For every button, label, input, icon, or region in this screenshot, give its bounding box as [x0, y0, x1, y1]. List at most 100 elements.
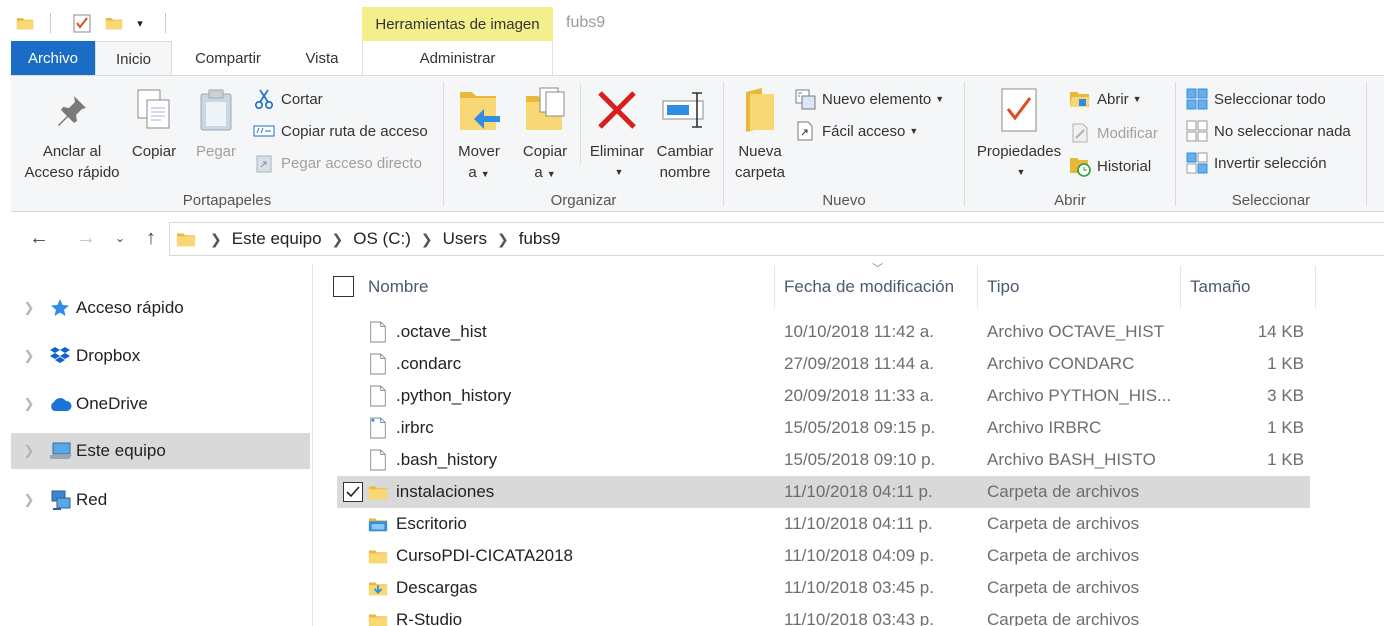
copy-path-button[interactable]: Copiar ruta de acceso [253, 119, 428, 143]
tab-inicio[interactable]: Inicio [95, 41, 172, 76]
rename-button[interactable]: Cambiar nombre [650, 84, 720, 183]
nav-item-este-equipo[interactable]: ❯ Este equipo [11, 433, 310, 469]
column-divider[interactable] [1180, 266, 1181, 308]
breadcrumb-chevron-icon[interactable]: ❯ [332, 231, 344, 248]
breadcrumb-chevron-icon[interactable]: ❯ [421, 231, 433, 248]
table-row[interactable]: .bash_history 15/05/2018 09:10 p. Archiv… [337, 444, 1310, 476]
new-item-button[interactable]: Nuevo elemento ▼ [794, 87, 944, 111]
file-type: Archivo CONDARC [987, 354, 1135, 373]
group-label-abrir: Abrir [1054, 192, 1086, 209]
rename-icon [661, 84, 709, 136]
tab-administrar[interactable]: Administrar [362, 41, 553, 75]
column-divider[interactable] [1315, 266, 1316, 308]
tab-compartir[interactable]: Compartir [178, 41, 278, 75]
folder-icon[interactable] [12, 10, 38, 36]
select-all-checkbox[interactable] [333, 276, 354, 297]
table-row[interactable]: instalaciones 11/10/2018 04:11 p. Carpet… [337, 476, 1310, 508]
file-type: Carpeta de archivos [987, 482, 1140, 501]
file-type: Archivo IRBRC [987, 418, 1102, 437]
easy-access-button[interactable]: Fácil acceso ▼ [794, 119, 918, 143]
up-arrow-icon[interactable]: ↑ [137, 226, 165, 250]
open-button[interactable]: Abrir ▼ [1069, 87, 1142, 111]
select-all-button[interactable]: Seleccionar todo [1186, 87, 1326, 111]
pin-label-2: Acceso rápido [24, 164, 120, 181]
new-folder-button[interactable]: Nueva carpeta [732, 84, 788, 183]
tab-archivo[interactable]: Archivo [11, 41, 95, 75]
paste-button[interactable]: Pegar [187, 84, 245, 162]
breadcrumb-item[interactable]: OS (C:) [353, 229, 411, 249]
group-nuevo: Nueva carpeta Nuevo elemento ▼ Fácil acc… [724, 76, 964, 212]
tab-vista[interactable]: Vista [290, 41, 354, 75]
ribbon-tabs: Archivo Inicio Compartir Vista Administr… [0, 41, 1384, 76]
chevron-down-icon: ▼ [1132, 94, 1142, 104]
breadcrumb-chevron-icon[interactable]: ❯ [210, 231, 222, 248]
folder-icon [176, 229, 196, 249]
expand-chevron-icon[interactable]: ❯ [11, 348, 47, 364]
expand-chevron-icon[interactable]: ❯ [11, 443, 47, 459]
back-arrow-icon[interactable]: ← [25, 226, 53, 250]
cut-button[interactable]: Cortar [253, 87, 323, 111]
column-header-name[interactable]: Nombre [368, 264, 428, 310]
table-row[interactable]: .octave_hist 10/10/2018 11:42 a. Archivo… [337, 316, 1310, 348]
column-header-type[interactable]: Tipo [987, 264, 1019, 310]
chevron-down-icon: ▼ [480, 169, 490, 179]
column-header-date[interactable]: Fecha de modificación [784, 264, 954, 310]
copy-button[interactable]: Copiar [125, 84, 183, 162]
column-divider[interactable] [774, 266, 775, 308]
customize-qat-icon[interactable]: ▾ [127, 10, 153, 36]
star-icon [47, 296, 73, 320]
invert-selection-button[interactable]: Invertir selección [1186, 151, 1327, 175]
breadcrumb-chevron-icon[interactable]: ❯ [497, 231, 509, 248]
table-row[interactable]: .condarc 27/09/2018 11:44 a. Archivo CON… [337, 348, 1310, 380]
expand-chevron-icon[interactable]: ❯ [11, 396, 47, 412]
nav-item-red[interactable]: ❯ Red [11, 482, 310, 518]
nav-item-acceso-rapido[interactable]: ❯ Acceso rápido [11, 290, 310, 326]
table-row[interactable]: R-Studio 11/10/2018 03:43 p. Carpeta de … [337, 604, 1310, 626]
group-label-organizar: Organizar [550, 192, 617, 209]
recent-locations-chevron-icon[interactable]: ⌄ [106, 226, 134, 250]
new-folder-icon[interactable] [101, 10, 127, 36]
breadcrumb-item[interactable]: fubs9 [519, 229, 561, 249]
column-header-size[interactable]: Tamaño [1190, 264, 1250, 310]
select-none-button[interactable]: No seleccionar nada [1186, 119, 1351, 143]
file-type: Carpeta de archivos [987, 514, 1140, 533]
row-checkbox[interactable] [343, 482, 363, 502]
new-item-icon [794, 88, 816, 110]
file-date: 15/05/2018 09:10 p. [784, 450, 936, 469]
delete-button[interactable]: Eliminar ▼ [584, 84, 650, 183]
edit-button[interactable]: Modificar [1069, 121, 1158, 145]
paste-shortcut-button[interactable]: Pegar acceso directo [253, 151, 422, 175]
breadcrumb-item[interactable]: Este equipo [232, 229, 322, 249]
table-row[interactable]: Escritorio 11/10/2018 04:11 p. Carpeta d… [337, 508, 1310, 540]
group-abrir: Propiedades ▼ Abrir ▼ Modificar Historia… [965, 76, 1175, 212]
breadcrumb-item[interactable]: Users [443, 229, 487, 249]
forward-arrow-icon[interactable]: → [72, 226, 100, 250]
pin-quick-access-button[interactable]: Anclar al Acceso rápido [19, 84, 125, 183]
expand-chevron-icon[interactable]: ❯ [11, 300, 47, 316]
nav-item-dropbox[interactable]: ❯ Dropbox [11, 338, 310, 374]
properties-button[interactable]: Propiedades ▼ [969, 84, 1069, 183]
table-row[interactable]: .irbrc 15/05/2018 09:15 p. Archivo IRBRC… [337, 412, 1310, 444]
paste-shortcut-label: Pegar acceso directo [281, 154, 422, 172]
table-row[interactable]: .python_history 20/09/2018 11:33 a. Arch… [337, 380, 1310, 412]
move-to-button[interactable]: Mover a ▼ [448, 84, 510, 185]
expand-chevron-icon[interactable]: ❯ [11, 492, 47, 508]
file-type: Archivo PYTHON_HIS... [987, 386, 1172, 405]
table-row[interactable]: Descargas 11/10/2018 03:45 p. Carpeta de… [337, 572, 1310, 604]
history-button[interactable]: Historial [1069, 154, 1151, 178]
select-all-label: Seleccionar todo [1214, 90, 1326, 108]
network-icon [47, 488, 73, 512]
properties-icon[interactable] [69, 10, 95, 36]
table-row[interactable]: CursoPDI-CICATA2018 11/10/2018 04:09 p. … [337, 540, 1310, 572]
scissors-icon [253, 88, 275, 110]
file-type: Carpeta de archivos [987, 546, 1140, 565]
file-name: .bash_history [396, 450, 498, 469]
column-divider[interactable] [977, 266, 978, 308]
nav-item-onedrive[interactable]: ❯ OneDrive [11, 386, 310, 422]
copy-path-label: Copiar ruta de acceso [281, 122, 428, 140]
copy-to-button[interactable]: Copiar a ▼ [514, 84, 576, 185]
address-bar[interactable]: ❯ Este equipo ❯ OS (C:) ❯ Users ❯ fubs9 [169, 222, 1384, 256]
file-date: 27/09/2018 11:44 a. [784, 354, 934, 373]
file-type: Archivo BASH_HISTO [987, 450, 1156, 469]
move-label-1: Mover [458, 143, 500, 160]
